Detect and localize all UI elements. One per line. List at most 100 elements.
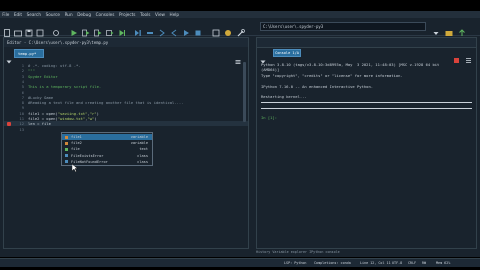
- open-folder-icon[interactable]: [14, 22, 22, 37]
- options-menu-icon[interactable]: [235, 50, 241, 64]
- completion-name: file2: [71, 141, 82, 146]
- line-number: 6: [21, 89, 24, 95]
- code-line: This is a temporary script file.: [28, 84, 102, 90]
- line-number: 13: [19, 126, 24, 132]
- menu-run[interactable]: Run: [62, 11, 75, 18]
- code-line: file2 = open("window.txt","w"): [28, 116, 97, 121]
- completion-name: file: [71, 147, 80, 152]
- status-rw: RW: [422, 261, 427, 265]
- bottom-tabbar[interactable]: History Variable explorer IPython consol…: [256, 249, 477, 255]
- menu-help[interactable]: Help: [167, 11, 181, 18]
- console-options-icon[interactable]: [465, 49, 472, 63]
- menu-debug[interactable]: Debug: [75, 11, 93, 18]
- preferences-icon[interactable]: [52, 22, 60, 36]
- toolbar: C:\Users\user\.spyder-py3: [0, 18, 480, 37]
- console-divider-bottom: [261, 108, 472, 109]
- completion-type: class: [137, 153, 148, 158]
- completion-item[interactable]: file text: [62, 146, 152, 152]
- python-path-icon[interactable]: [224, 22, 232, 36]
- save-all-icon[interactable]: [36, 22, 44, 37]
- step-return-icon[interactable]: [170, 22, 178, 37]
- completion-item[interactable]: file1 variable: [62, 134, 152, 140]
- console-line: Type "copyright", "credits" or "license"…: [261, 72, 403, 78]
- run-selection-icon[interactable]: [106, 22, 114, 36]
- console-tabs-icon[interactable]: [260, 50, 266, 64]
- browse-tabs-icon[interactable]: [6, 50, 12, 64]
- tools-icon[interactable]: [237, 22, 245, 37]
- save-icon[interactable]: [25, 22, 33, 37]
- editor-tabbar: temp.py*: [4, 47, 248, 64]
- code-line: #Reading a text file and creating anothe…: [28, 100, 184, 106]
- tab-temp-py[interactable]: temp.py*: [14, 49, 44, 58]
- line-number: 4: [21, 78, 24, 84]
- run-cell-icon[interactable]: [82, 22, 90, 37]
- console-header: [257, 38, 476, 48]
- completion-kind-icon: [65, 154, 68, 158]
- run-cell-advance-icon[interactable]: [94, 22, 102, 37]
- menu-tools[interactable]: Tools: [138, 11, 153, 18]
- code-line: #Lucky Game: [28, 94, 54, 100]
- run-icon[interactable]: [70, 22, 78, 36]
- working-directory-input[interactable]: C:\Users\user\.spyder-py3: [260, 22, 426, 31]
- menu-projects[interactable]: Projects: [117, 11, 138, 18]
- editor-title: Editor - C:\Users\user\.spyder-py3\temp.…: [7, 40, 109, 45]
- code-line: Spyder Editor: [28, 73, 58, 79]
- error-marker-icon[interactable]: [7, 121, 11, 126]
- step-into-icon[interactable]: [158, 22, 166, 37]
- line-number: 8: [21, 100, 24, 106]
- menubar: File Edit Search Source Run Debug Consoles Proj…: [0, 11, 480, 18]
- completion-kind-icon: [65, 160, 68, 164]
- stop-icon[interactable]: [194, 22, 202, 36]
- completion-type: text: [139, 147, 148, 152]
- status-memory: Mem 62%: [436, 261, 451, 265]
- parent-directory-icon[interactable]: [458, 22, 466, 36]
- stop-kernel-icon[interactable]: [453, 49, 460, 63]
- console-divider-top: [261, 102, 472, 103]
- mouse-cursor-icon: [71, 157, 79, 173]
- completion-name: file1: [71, 135, 82, 139]
- line-number: 11: [19, 116, 24, 121]
- console-line: IPython 7.16.0 -- An enhanced Interactiv…: [261, 83, 374, 89]
- menu-file[interactable]: File: [0, 11, 12, 18]
- line-number: 1: [21, 63, 24, 68]
- completion-type: class: [137, 159, 148, 164]
- menu-source[interactable]: Source: [43, 11, 62, 18]
- console-line: (AMD64)]: [261, 67, 280, 73]
- code-line: len = file: [28, 121, 51, 127]
- code-line: # -*- coding: utf-8 -*-: [28, 63, 81, 68]
- completion-kind-icon: [65, 141, 68, 145]
- code-line: """: [28, 68, 35, 74]
- spyder-window: File Edit Search Source Run Debug Consoles Proj…: [0, 11, 480, 257]
- maximize-pane-icon[interactable]: [212, 22, 220, 37]
- status-encoding: UTF-8: [392, 261, 403, 265]
- editor-scrollbar[interactable]: [243, 62, 246, 122]
- line-number: 9: [21, 105, 24, 111]
- console-tab-label: Console 1/A: [275, 51, 299, 55]
- step-icon[interactable]: [146, 22, 154, 34]
- console-line: Python 3.8.10 (tags/v3.8.10:3d8993a, May…: [261, 62, 440, 67]
- dropdown-icon[interactable]: [432, 22, 440, 35]
- menu-search[interactable]: Search: [24, 11, 43, 18]
- line-number: 7: [21, 94, 24, 100]
- line-number: 5: [21, 84, 24, 90]
- debug-icon[interactable]: [134, 22, 142, 36]
- browse-folder-icon[interactable]: [445, 22, 453, 36]
- menu-consoles[interactable]: Consoles: [93, 11, 116, 18]
- line-number: 10: [19, 110, 24, 116]
- menu-edit[interactable]: Edit: [12, 11, 25, 18]
- menu-view[interactable]: View: [153, 11, 168, 18]
- code-line: file1 = open("saviing.txt","r"): [28, 110, 99, 116]
- continue-icon[interactable]: [182, 22, 190, 36]
- tab-console[interactable]: Console 1/A: [273, 49, 301, 57]
- completion-item[interactable]: file2 variable: [62, 140, 152, 146]
- line-number: 3: [21, 73, 24, 79]
- tab-label: temp.py*: [18, 51, 37, 56]
- completion-type: variable: [130, 141, 148, 146]
- status-line-col: Line 12, Col 11: [360, 261, 391, 265]
- rerun-icon[interactable]: [118, 22, 126, 36]
- console-prompt: In [1]:: [261, 115, 278, 120]
- completion-kind-icon: [65, 135, 68, 139]
- statusbar: LSP: Python Completions: conda Line 12, …: [0, 258, 480, 270]
- status-eol: CRLF: [408, 261, 417, 265]
- new-file-icon[interactable]: [3, 22, 11, 37]
